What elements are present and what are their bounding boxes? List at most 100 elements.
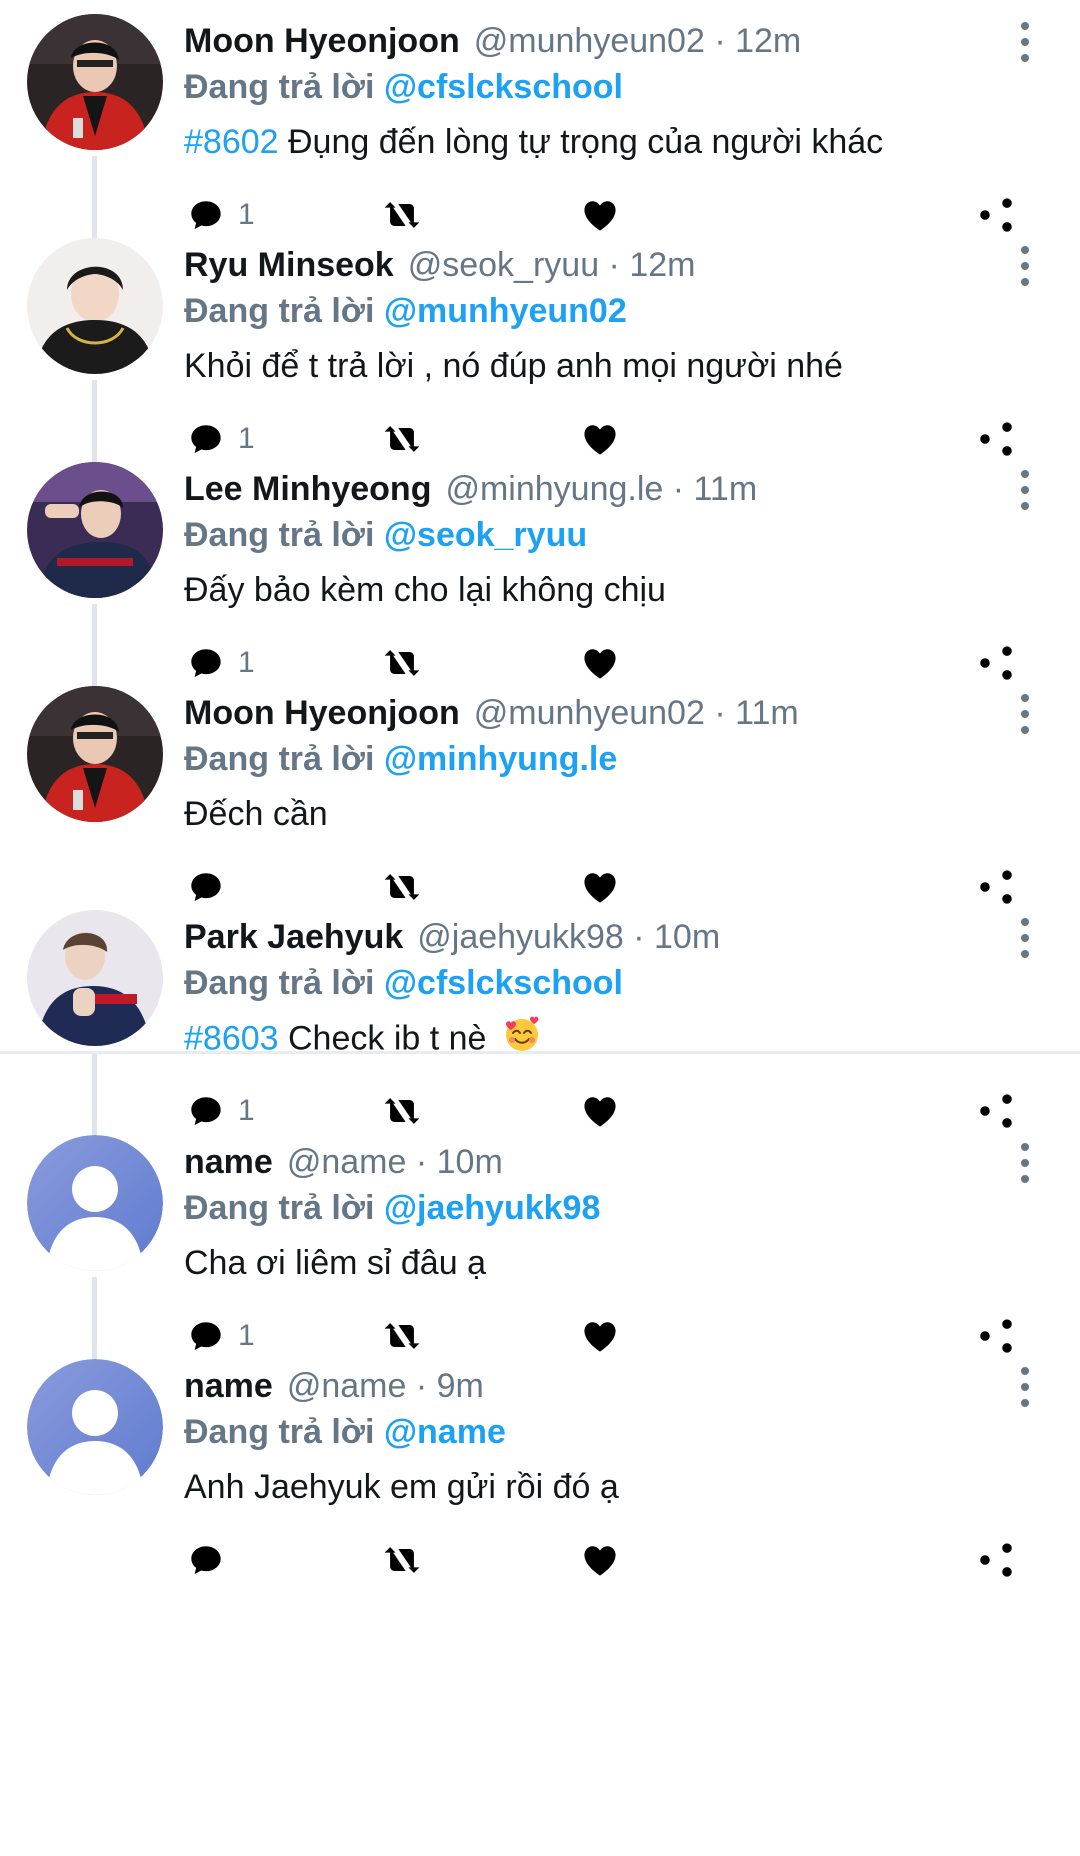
- username-handle[interactable]: @seok_ryuu: [408, 246, 599, 284]
- replying-to-mention[interactable]: @jaehyukk98: [384, 1189, 601, 1227]
- more-options-button[interactable]: [1010, 22, 1040, 62]
- username-handle[interactable]: @munhyeun02: [474, 694, 705, 732]
- comment-icon: [184, 1538, 228, 1582]
- more-vertical-icon: [1021, 1367, 1029, 1375]
- timestamp[interactable]: 10m: [437, 1143, 503, 1181]
- conversation-divider: [0, 1051, 1080, 1054]
- analytics-icon: [776, 1538, 820, 1582]
- replying-to-line: Đang trả lời @name: [184, 1409, 1040, 1455]
- replying-to-label: Đang trả lời: [184, 964, 375, 1002]
- username-handle[interactable]: @minhyung.le: [445, 470, 663, 508]
- smiling-face-with-hearts-emoji: [502, 1014, 542, 1067]
- separator-dot: ·: [704, 694, 736, 732]
- username-handle[interactable]: @jaehyukk98: [417, 918, 624, 956]
- username-handle[interactable]: @name: [287, 1143, 407, 1181]
- separator-dot: ·: [406, 1367, 437, 1405]
- replying-to-mention[interactable]: @seok_ryuu: [384, 516, 587, 554]
- username-handle[interactable]: @name: [287, 1367, 407, 1405]
- replying-to-mention[interactable]: @name: [384, 1413, 506, 1451]
- more-options-button[interactable]: [1010, 694, 1040, 734]
- retweet-button[interactable]: [380, 1535, 424, 1585]
- tweet-text: #8602 Đụng đến lòng tự trọng của người k…: [184, 118, 1050, 166]
- reply-thread-feed: Moon Hyeonjoon @munhyeun02 · 12m Đang trả…: [0, 0, 1080, 1856]
- timestamp[interactable]: 9m: [437, 1367, 484, 1405]
- display-name[interactable]: Park Jaehyuk: [184, 918, 403, 956]
- tweet-header: Ryu Minseok @seok_ryuu · 12m: [184, 242, 1000, 288]
- separator-dot: ·: [406, 1143, 437, 1181]
- tweet-text-content: Đụng đến lòng tự trọng của người khác: [288, 123, 884, 161]
- hashtag-link[interactable]: #8602: [184, 123, 288, 161]
- separator-dot: ·: [599, 246, 630, 284]
- timestamp[interactable]: 11m: [735, 694, 799, 732]
- replying-to-mention[interactable]: @cfslckschool: [384, 964, 623, 1002]
- tweet-header: name @name · 9m: [184, 1363, 1000, 1409]
- more-vertical-icon: [1021, 1143, 1029, 1151]
- more-vertical-icon: [1021, 694, 1029, 702]
- tweet-header: Lee Minhyeong @minhyung.le · 11m: [184, 466, 1000, 512]
- replying-to-label: Đang trả lời: [184, 740, 375, 778]
- reply-button[interactable]: [184, 1535, 238, 1585]
- separator-dot: ·: [663, 470, 694, 508]
- retweet-icon: [380, 1538, 424, 1582]
- display-name[interactable]: Moon Hyeonjoon: [184, 694, 460, 732]
- tweet-header: Moon Hyeonjoon @munhyeun02 · 12m: [184, 18, 1000, 64]
- tweet-text: Cha ơi liêm sỉ đâu ạ: [184, 1239, 1050, 1287]
- separator-dot: ·: [623, 918, 655, 956]
- more-options-button[interactable]: [1010, 1367, 1040, 1407]
- separator-dot: ·: [704, 22, 736, 60]
- replying-to-label: Đang trả lời: [184, 68, 375, 106]
- timestamp[interactable]: 10m: [654, 918, 720, 956]
- tweet-text: Anh Jaehyuk em gửi rồi đó ạ: [184, 1463, 1050, 1511]
- replying-to-label: Đang trả lời: [184, 516, 375, 554]
- more-options-button[interactable]: [1010, 1143, 1040, 1183]
- replying-to-line: Đang trả lời @jaehyukk98: [184, 1185, 1040, 1231]
- tweet-header: Park Jaehyuk @jaehyukk98 · 10m: [184, 914, 1000, 960]
- avatar[interactable]: [27, 462, 163, 598]
- heart-icon: [578, 1538, 622, 1582]
- more-vertical-icon: [1021, 470, 1029, 478]
- tweet-header: name @name · 10m: [184, 1139, 1000, 1185]
- avatar[interactable]: [27, 686, 163, 822]
- more-vertical-icon: [1021, 22, 1029, 30]
- replying-to-line: Đang trả lời @cfslckschool: [184, 64, 1040, 110]
- analytics-button[interactable]: [776, 1535, 820, 1585]
- tweet-text: #8603 Check ib t nè: [184, 1014, 1050, 1062]
- avatar[interactable]: [27, 238, 163, 374]
- replying-to-label: Đang trả lời: [184, 1413, 375, 1451]
- display-name[interactable]: Ryu Minseok: [184, 246, 394, 284]
- like-button[interactable]: [578, 1535, 622, 1585]
- avatar[interactable]: [27, 1135, 163, 1271]
- avatar[interactable]: [27, 1359, 163, 1495]
- avatar[interactable]: [27, 910, 163, 1046]
- tweet-text-content: Cha ơi liêm sỉ đâu ạ: [184, 1244, 486, 1282]
- tweet-text-content: Đếch cần: [184, 795, 328, 833]
- display-name[interactable]: Moon Hyeonjoon: [184, 22, 460, 60]
- timestamp[interactable]: 11m: [694, 470, 758, 508]
- tweet-text: Khỏi để t trả lời , nó đúp anh mọi người…: [184, 342, 1050, 390]
- replying-to-mention[interactable]: @munhyeun02: [384, 292, 627, 330]
- share-icon: [974, 1538, 1018, 1582]
- replying-to-line: Đang trả lời @cfslckschool: [184, 960, 1040, 1006]
- replying-to-line: Đang trả lời @munhyeun02: [184, 288, 1040, 334]
- more-vertical-icon: [1021, 246, 1029, 254]
- replying-to-label: Đang trả lời: [184, 292, 375, 330]
- replying-to-mention[interactable]: @minhyung.le: [384, 740, 617, 778]
- tweet[interactable]: name @name · 9m Đang trả lời @name Anh Ja…: [0, 1345, 1080, 1610]
- tweet-actions: [0, 1535, 1080, 1585]
- avatar[interactable]: [27, 14, 163, 150]
- timestamp[interactable]: 12m: [629, 246, 695, 284]
- timestamp[interactable]: 12m: [735, 22, 801, 60]
- tweet-text-content: Đấy bảo kèm cho lại không chịu: [184, 571, 666, 609]
- share-button[interactable]: [974, 1535, 1018, 1585]
- more-options-button[interactable]: [1010, 470, 1040, 510]
- replying-to-line: Đang trả lời @seok_ryuu: [184, 512, 1040, 558]
- replying-to-mention[interactable]: @cfslckschool: [384, 68, 623, 106]
- more-options-button[interactable]: [1010, 246, 1040, 286]
- display-name[interactable]: Lee Minhyeong: [184, 470, 431, 508]
- display-name[interactable]: name: [184, 1143, 273, 1181]
- username-handle[interactable]: @munhyeun02: [474, 22, 705, 60]
- tweet-text: Đếch cần: [184, 790, 1050, 838]
- more-options-button[interactable]: [1010, 918, 1040, 958]
- display-name[interactable]: name: [184, 1367, 273, 1405]
- tweet-text-content: Anh Jaehyuk em gửi rồi đó ạ: [184, 1468, 619, 1506]
